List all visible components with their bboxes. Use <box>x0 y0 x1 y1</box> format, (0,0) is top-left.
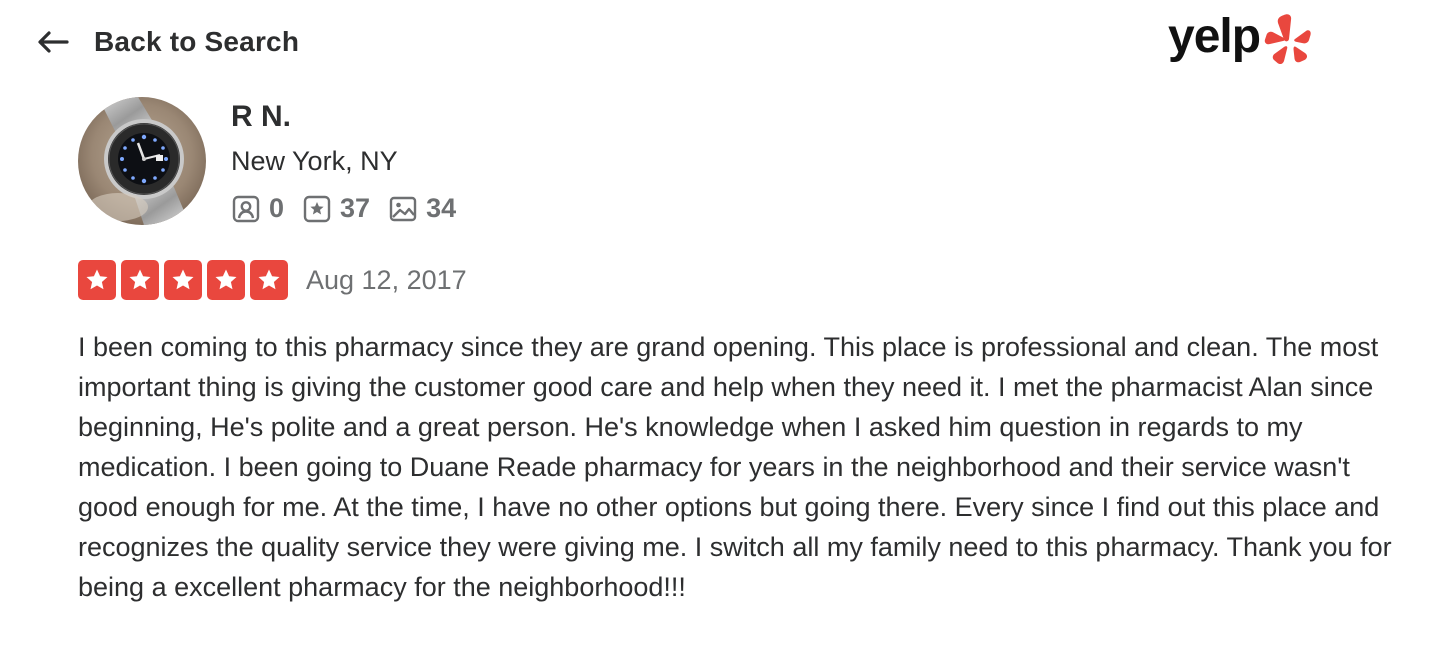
user-avatar[interactable] <box>78 97 206 225</box>
star-icon <box>121 260 159 300</box>
review-date: Aug 12, 2017 <box>306 264 467 295</box>
friends-count: 0 <box>269 193 285 223</box>
user-location: New York, NY <box>231 146 398 176</box>
review-rating-row: Aug 12, 2017 <box>78 260 467 300</box>
star-icon <box>207 260 245 300</box>
friends-icon <box>232 195 260 222</box>
star-icon <box>164 260 202 300</box>
photos-stat: 34 <box>388 193 456 224</box>
yelp-logo[interactable]: yelp <box>1168 6 1334 76</box>
friends-stat: 0 <box>231 193 284 224</box>
star-rating <box>78 260 293 300</box>
yelp-wordmark: yelp <box>1168 10 1261 63</box>
photo-icon <box>389 196 417 221</box>
star-icon <box>250 260 288 300</box>
review-star-icon <box>303 195 331 222</box>
yelp-burst-icon <box>1264 14 1311 65</box>
star-icon <box>78 260 116 300</box>
user-stats: 0 37 34 <box>231 193 474 224</box>
avatar-watch-photo <box>78 97 206 225</box>
user-name[interactable]: R N. <box>231 100 291 134</box>
back-to-search-label: Back to Search <box>94 26 300 57</box>
reviews-count: 37 <box>340 193 371 223</box>
arrow-left-icon <box>38 31 69 53</box>
reviews-stat: 37 <box>302 193 370 224</box>
photos-count: 34 <box>426 193 457 223</box>
review-text: I been coming to this pharmacy since the… <box>78 332 1392 602</box>
back-to-search-link[interactable]: Back to Search <box>36 22 299 62</box>
review-page: Back to Search yelp R N. New York, NY 0 … <box>0 0 1442 664</box>
